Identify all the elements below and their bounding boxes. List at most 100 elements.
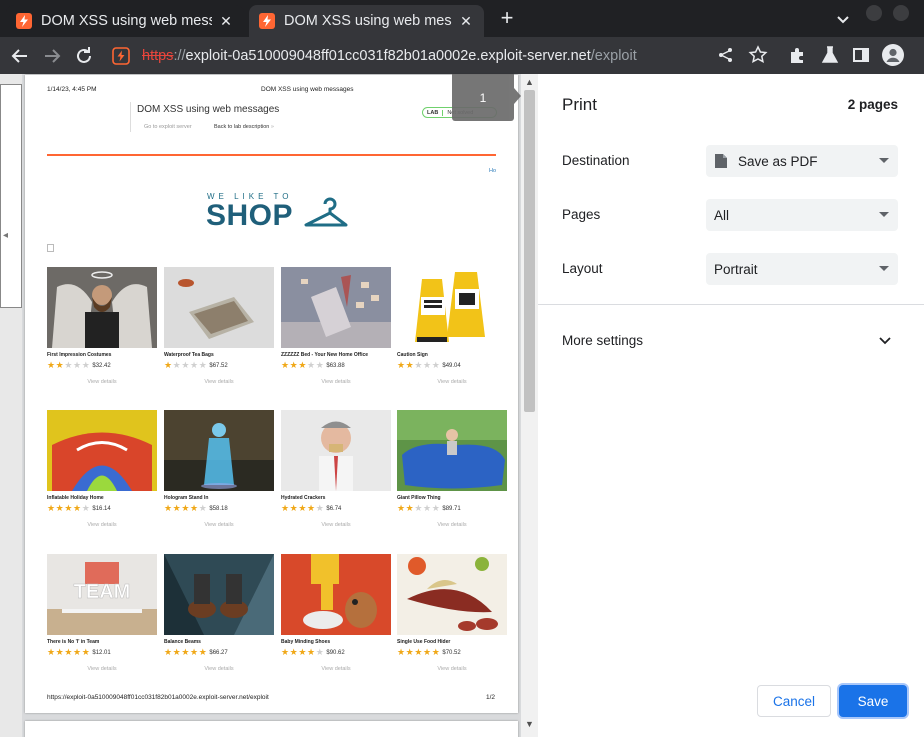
product-price: $89.71	[442, 505, 461, 512]
view-details-link: View details	[204, 522, 234, 528]
rating-star-icon: ★	[55, 360, 64, 370]
rating-star-icon: ★	[405, 360, 414, 370]
product-price: $49.04	[442, 362, 461, 369]
rating-star-icon: ★	[73, 647, 82, 657]
rating-star-icon: ★	[64, 647, 73, 657]
rating-star-icon: ★	[414, 647, 423, 657]
more-settings-toggle[interactable]: More settings	[562, 333, 643, 348]
rating-star-icon: ★	[73, 503, 82, 513]
chevron-down-icon[interactable]	[878, 333, 892, 347]
product-rating: ★ ★ ★ ★ ★ $66.27	[164, 648, 228, 657]
layout-select[interactable]: Portrait	[706, 253, 898, 285]
header-divider	[130, 102, 131, 132]
rating-star-icon: ★	[64, 503, 73, 513]
scroll-down-arrow-icon[interactable]: ▼	[525, 719, 534, 729]
product-image	[164, 554, 274, 635]
profile-avatar-icon[interactable]	[882, 44, 904, 66]
rating-star-icon: ★	[172, 360, 181, 370]
scroll-left-arrow-icon: ◂	[3, 230, 9, 241]
rating-star-icon: ★	[181, 647, 190, 657]
product-price: $32.42	[92, 362, 111, 369]
product-rating: ★ ★ ★ ★ ★ $6.74	[281, 504, 341, 513]
window-maximize-button[interactable]	[893, 5, 909, 21]
rating-star-icon: ★	[423, 503, 432, 513]
product-name: Giant Pillow Thing	[397, 495, 441, 501]
rating-star-icon: ★	[315, 503, 324, 513]
address-bar[interactable]: https://exploit-0a510009048ff01cc031f82b…	[104, 41, 706, 71]
dropdown-caret-icon	[879, 266, 889, 271]
product-image	[397, 267, 507, 348]
bookmark-star-icon[interactable]	[748, 45, 768, 65]
rating-star-icon: ★	[281, 503, 290, 513]
product-rating: ★ ★ ★ ★ ★ $90.62	[281, 648, 345, 657]
rating-star-icon: ★	[172, 647, 181, 657]
rating-star-icon: ★	[315, 647, 324, 657]
product-image	[397, 554, 507, 635]
destination-select[interactable]: Save as PDF	[706, 145, 898, 177]
rating-star-icon: ★	[190, 360, 199, 370]
rating-star-icon: ★	[190, 647, 199, 657]
rating-star-icon: ★	[289, 503, 298, 513]
rating-star-icon: ★	[164, 360, 173, 370]
rating-star-icon: ★	[298, 503, 307, 513]
rating-star-icon: ★	[198, 360, 207, 370]
team-sign-text: TEAM	[74, 581, 131, 603]
print-footer-url: https://exploit-0a510009048ff01cc031f82b…	[47, 694, 269, 701]
rating-star-icon: ★	[172, 503, 181, 513]
view-details-link: View details	[87, 379, 117, 385]
close-tab-icon[interactable]: ✕	[218, 13, 234, 30]
underlying-page-edge: ◂	[0, 84, 22, 308]
rating-star-icon: ★	[47, 503, 56, 513]
product-price: $67.52	[209, 362, 228, 369]
save-button[interactable]: Save	[839, 685, 907, 717]
rating-star-icon: ★	[405, 503, 414, 513]
product-rating: ★ ★ ★ ★ ★ $32.42	[47, 361, 111, 370]
dropdown-caret-icon	[879, 158, 889, 163]
pages-select[interactable]: All	[706, 199, 898, 231]
product-price: $12.01	[92, 649, 111, 656]
reload-icon[interactable]	[72, 44, 96, 68]
back-arrow-icon[interactable]	[8, 44, 32, 68]
tab-search-chevron-icon[interactable]	[832, 8, 854, 30]
rating-star-icon: ★	[81, 647, 90, 657]
tab-1[interactable]: DOM XSS using web messages ✕	[6, 5, 244, 37]
rating-star-icon: ★	[397, 647, 406, 657]
lab-description-link: Back to lab description »	[214, 124, 274, 130]
labs-flask-icon[interactable]	[820, 45, 840, 65]
window-minimize-button[interactable]	[866, 5, 882, 21]
rating-star-icon: ★	[315, 360, 324, 370]
new-tab-button[interactable]: +	[494, 7, 520, 31]
side-panel-icon[interactable]	[851, 45, 871, 65]
cancel-button[interactable]: Cancel	[757, 685, 831, 717]
scroll-up-arrow-icon[interactable]: ▲	[525, 77, 534, 87]
rating-star-icon: ★	[289, 360, 298, 370]
tab-2-active[interactable]: DOM XSS using web messages ✕	[249, 5, 484, 37]
close-tab-icon[interactable]: ✕	[458, 13, 474, 30]
rating-star-icon: ★	[423, 360, 432, 370]
site-info-icon[interactable]	[110, 45, 132, 67]
product-rating: ★ ★ ★ ★ ★ $67.52	[164, 361, 228, 370]
forward-arrow-icon[interactable]	[40, 44, 64, 68]
rating-star-icon: ★	[397, 360, 406, 370]
preview-scrollbar[interactable]: ▲ ▼	[521, 74, 538, 737]
rating-star-icon: ★	[81, 360, 90, 370]
rating-star-icon: ★	[414, 360, 423, 370]
product-name: First Impression Costumes	[47, 352, 112, 358]
product-image	[397, 410, 507, 491]
rating-star-icon: ★	[307, 647, 316, 657]
exploit-server-link: Go to exploit server	[144, 124, 192, 130]
scrollbar-thumb[interactable]	[524, 90, 535, 412]
rating-star-icon: ★	[47, 360, 56, 370]
view-details-link: View details	[321, 522, 351, 528]
print-header-date: 1/14/23, 4:45 PM	[47, 86, 97, 93]
home-link: Ho	[489, 168, 497, 174]
rating-star-icon: ★	[198, 647, 207, 657]
rating-star-icon: ★	[307, 360, 316, 370]
product-name: Inflatable Holiday Home	[47, 495, 104, 501]
product-rating: ★ ★ ★ ★ ★ $16.14	[47, 504, 111, 513]
orange-divider	[47, 154, 496, 156]
url-scheme: https	[142, 48, 174, 64]
share-icon[interactable]	[716, 45, 736, 65]
sheet-count: 2 pages	[847, 97, 898, 112]
extensions-puzzle-icon[interactable]	[788, 45, 808, 65]
